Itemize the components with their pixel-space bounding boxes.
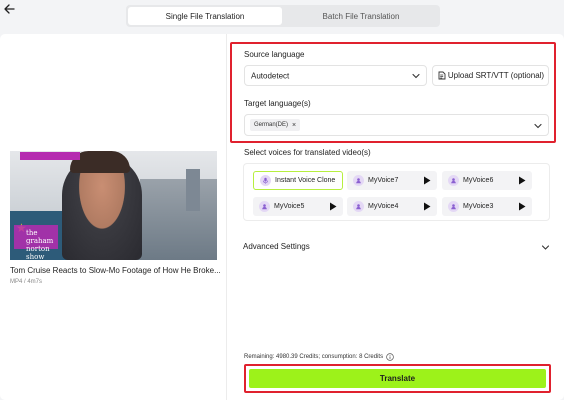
chevron-down-icon[interactable]: [541, 243, 550, 252]
voice-myvoice6[interactable]: MyVoice6: [442, 171, 532, 190]
tab-single-file-translation[interactable]: Single File Translation: [128, 7, 282, 25]
voice-name: MyVoice5: [274, 203, 305, 210]
thumbnail-building: [186, 169, 200, 211]
play-icon[interactable]: [329, 202, 337, 211]
target-languages-label: Target language(s): [244, 99, 311, 108]
source-language-value: Autodetect: [251, 71, 290, 80]
voice-avatar-icon: [353, 201, 364, 212]
play-icon[interactable]: [518, 202, 526, 211]
voice-name: MyVoice7: [368, 177, 399, 184]
target-language-chip: German(DE) ×: [250, 119, 301, 131]
document-icon: [437, 71, 446, 80]
select-voices-label: Select voices for translated video(s): [244, 148, 371, 157]
upload-srt-vtt-label: Upload SRT/VTT (optional): [447, 71, 545, 80]
source-language-select[interactable]: Autodetect: [244, 65, 427, 86]
voice-avatar-icon: [260, 175, 271, 186]
thumbnail-city: [140, 179, 217, 260]
voice-name: MyVoice4: [368, 203, 399, 210]
play-icon[interactable]: [423, 176, 431, 185]
voice-instant-voice-clone[interactable]: Instant Voice Clone: [253, 171, 343, 190]
voice-myvoice5[interactable]: MyVoice5: [253, 197, 343, 216]
credits-text: Remaining: 4980.39 Credits; consumption:…: [244, 354, 384, 360]
target-language-chip-label: German(DE): [254, 122, 289, 128]
chevron-down-icon: [534, 122, 542, 130]
upload-srt-vtt-button[interactable]: Upload SRT/VTT (optional): [432, 65, 549, 86]
voice-avatar-icon: [259, 201, 270, 212]
voice-myvoice4[interactable]: MyVoice4: [347, 197, 437, 216]
back-arrow-icon[interactable]: [3, 3, 15, 15]
translate-button[interactable]: Translate: [249, 369, 546, 388]
voice-name: MyVoice3: [463, 203, 494, 210]
info-icon[interactable]: [386, 353, 394, 361]
voice-avatar-icon: [448, 201, 459, 212]
video-title: Tom Cruise Reacts to Slow-Mo Footage of …: [10, 266, 220, 275]
thumbnail-top-badge: [20, 152, 80, 160]
video-thumbnail[interactable]: ★ the graham norton show: [10, 151, 217, 260]
voice-name: MyVoice6: [463, 177, 494, 184]
voice-avatar-icon: [353, 175, 364, 186]
voice-avatar-icon: [448, 175, 459, 186]
voice-name: Instant Voice Clone: [275, 177, 336, 184]
voice-myvoice7[interactable]: MyVoice7: [347, 171, 437, 190]
play-icon[interactable]: [423, 202, 431, 211]
play-icon[interactable]: [518, 176, 526, 185]
credits-info: Remaining: 4980.39 Credits; consumption:…: [244, 353, 394, 361]
video-meta: MP4 / 4m7s: [10, 279, 43, 285]
tab-batch-file-translation[interactable]: Batch File Translation: [284, 7, 438, 25]
remove-chip-icon[interactable]: ×: [292, 122, 296, 129]
chevron-down-icon: [412, 72, 420, 80]
translation-mode-tabs: Single File Translation Batch File Trans…: [126, 5, 440, 27]
panel-divider: [226, 34, 227, 400]
show-logo: the graham norton show: [14, 225, 58, 260]
advanced-settings-toggle[interactable]: Advanced Settings: [243, 242, 310, 251]
voice-myvoice3[interactable]: MyVoice3: [442, 197, 532, 216]
translate-button-highlight: Translate: [244, 364, 551, 393]
source-language-label: Source language: [244, 50, 305, 59]
